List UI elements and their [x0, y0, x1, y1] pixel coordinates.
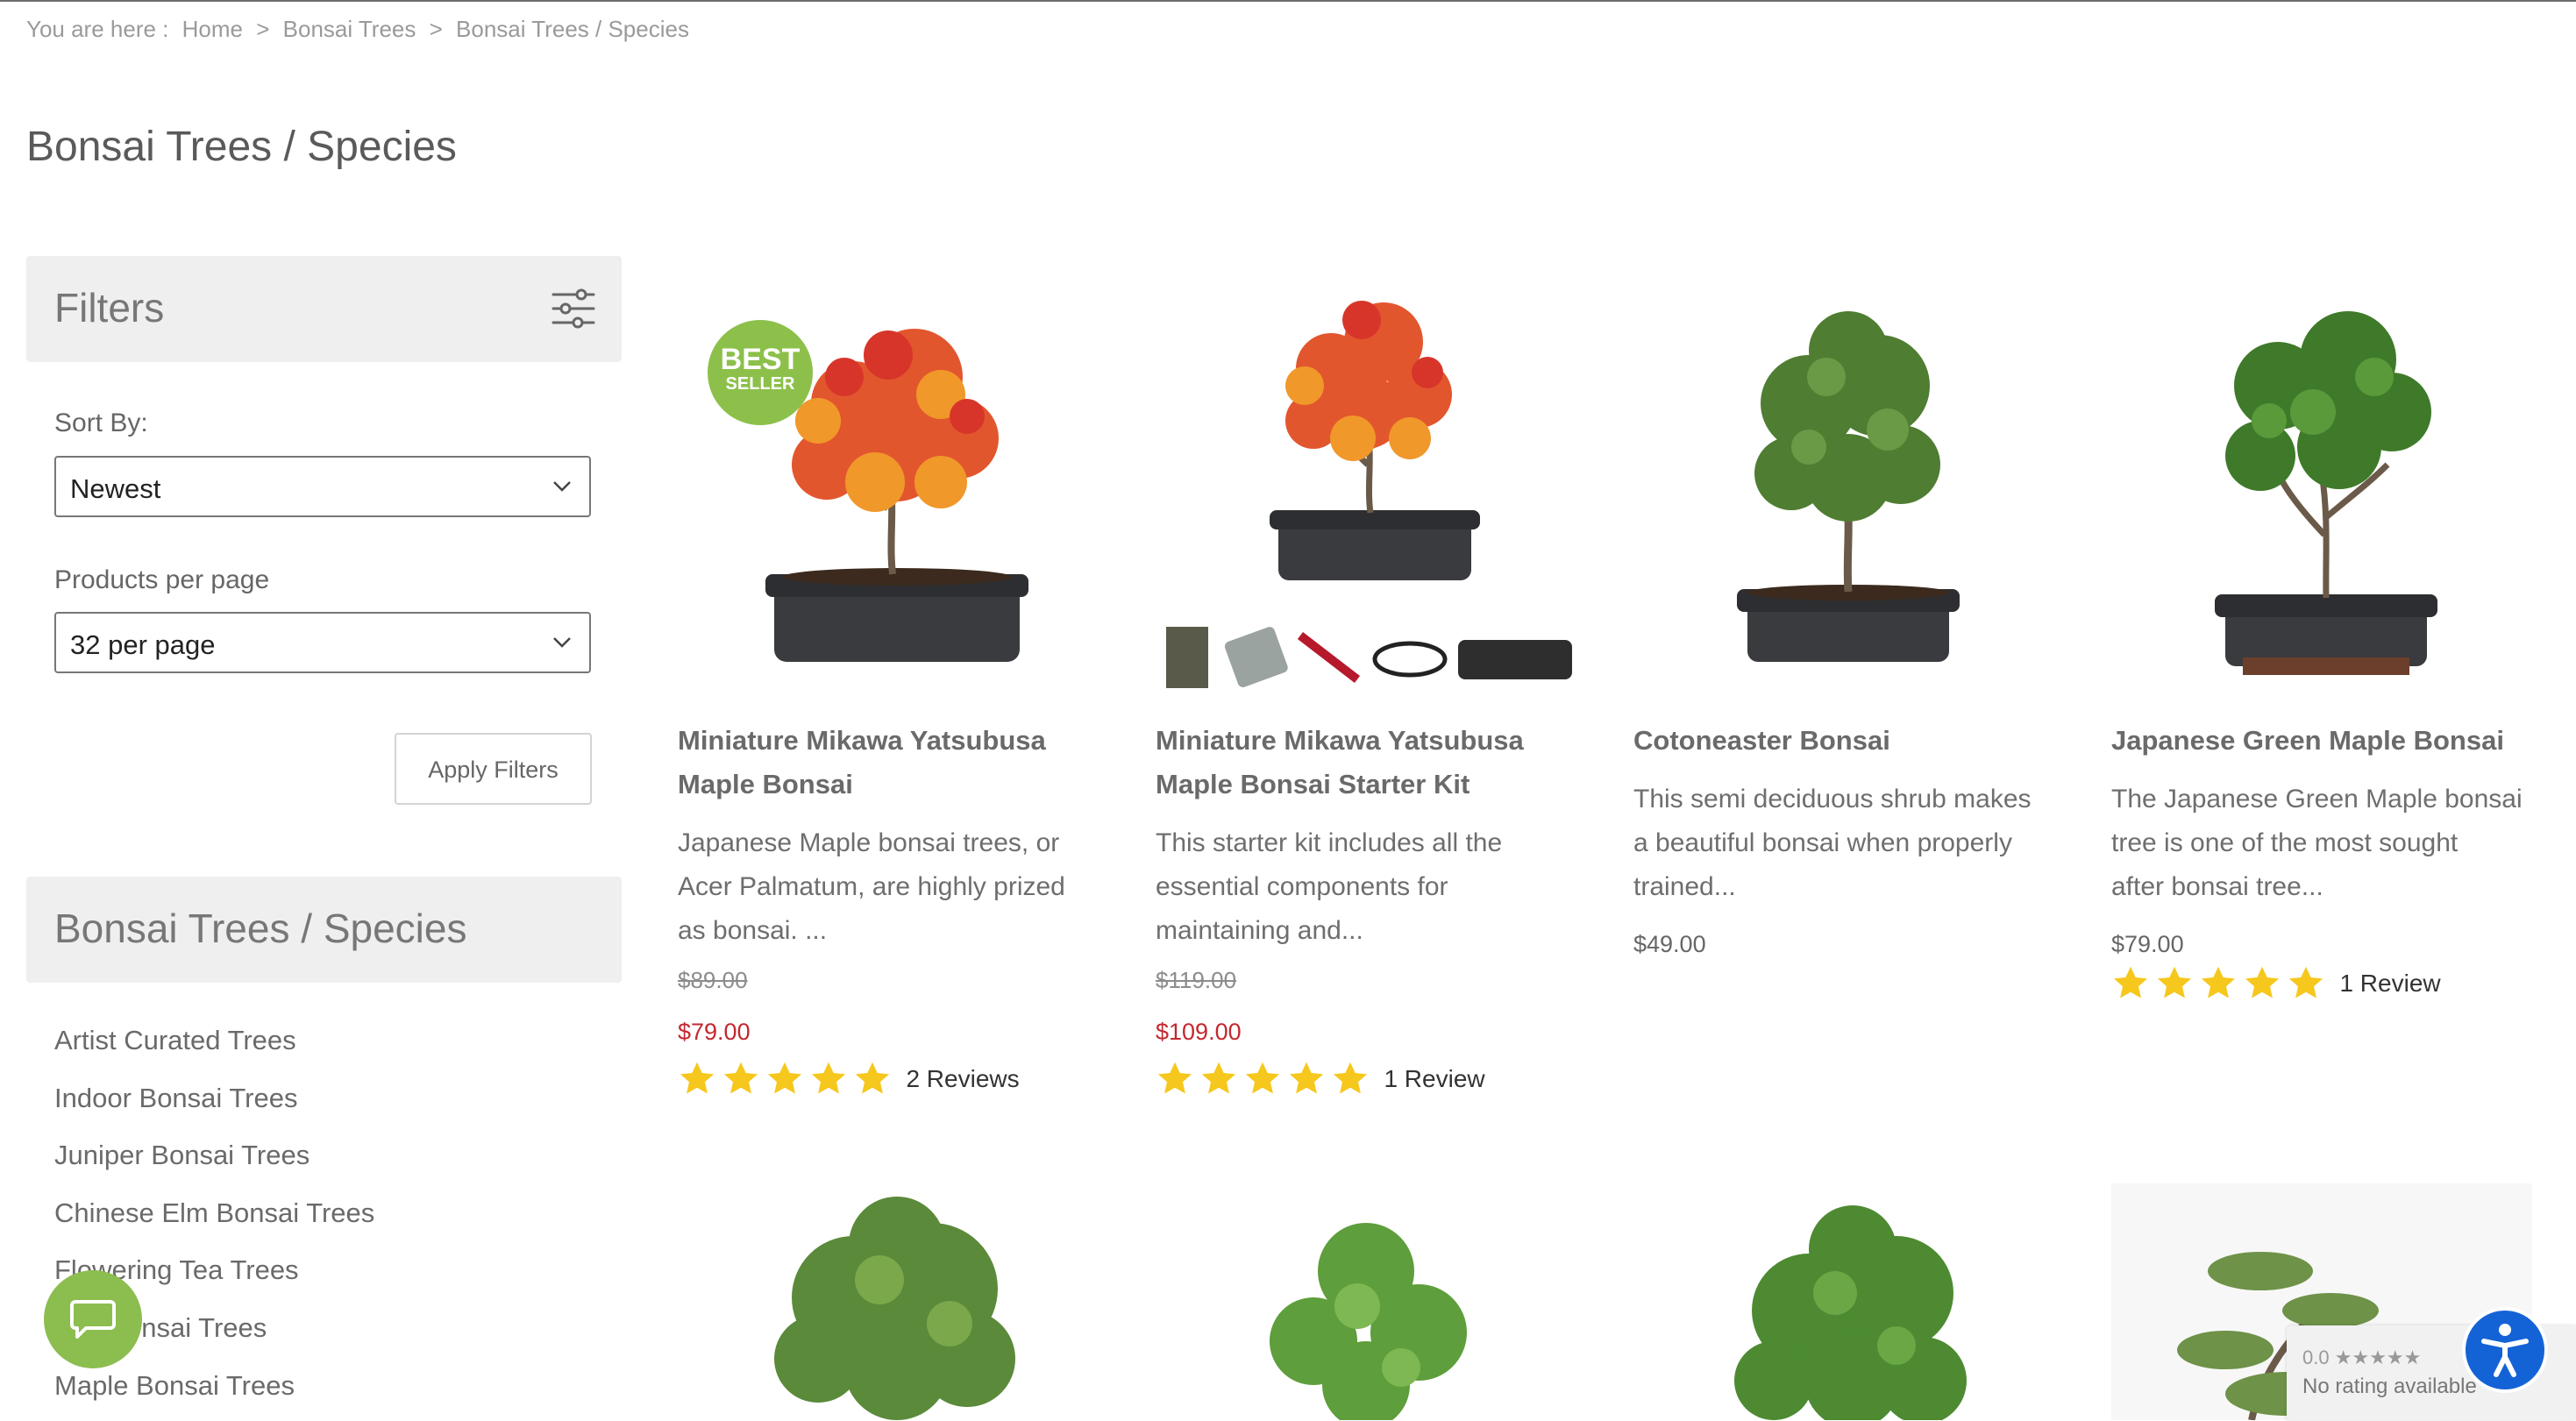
breadcrumb-home[interactable]: Home: [182, 16, 243, 42]
product-name[interactable]: Miniature Mikawa Yatsubusa Maple Bonsai: [678, 719, 1046, 806]
star-icon: [1289, 1062, 1324, 1094]
product-sale-price: $79.00: [678, 1019, 751, 1045]
star-icon: [811, 1062, 846, 1094]
product-rating[interactable]: 2 Reviews: [678, 1060, 1020, 1098]
sort-by-select[interactable]: Newest: [54, 456, 591, 517]
product-description: The Japanese Green Maple bonsai tree is o…: [2111, 785, 2523, 901]
product-price: $49.00: [1633, 931, 1706, 957]
per-page-label: Products per page: [54, 565, 270, 594]
category-panel-header: Bonsai Trees / Species: [26, 877, 622, 983]
per-page-value: 32 per page: [70, 629, 216, 660]
category-link-indoor[interactable]: Indoor Bonsai Trees: [54, 1076, 374, 1134]
category-link-maple[interactable]: Maple Bonsai Trees: [54, 1364, 374, 1421]
review-count[interactable]: 1 Review: [2339, 970, 2440, 998]
accessibility-button[interactable]: [2462, 1307, 2548, 1393]
chat-icon: [70, 1300, 116, 1339]
product-name[interactable]: Miniature Mikawa Yatsubusa Maple Bonsai S…: [1156, 719, 1524, 806]
breadcrumb-species[interactable]: Bonsai Trees / Species: [456, 16, 689, 42]
chevron-down-icon: [553, 637, 571, 648]
star-icon: [723, 1062, 758, 1094]
product-old-price: $89.00: [678, 967, 748, 993]
product-old-price: $119.00: [1156, 967, 1237, 993]
category-panel-title: Bonsai Trees / Species: [54, 906, 467, 951]
badge-line2: SELLER: [725, 374, 795, 394]
product-rating[interactable]: 1 Review: [1156, 1060, 1485, 1098]
product-image[interactable]: [1633, 272, 2063, 693]
star-icon: [767, 1062, 802, 1094]
breadcrumb-prefix: You are here :: [26, 16, 169, 42]
product-rating[interactable]: 1 Review: [2111, 964, 2441, 1003]
star-icon: [2201, 966, 2236, 998]
product-price: $79.00: [2111, 931, 2184, 957]
product-description: This starter kit includes all the essenti…: [1156, 828, 1503, 945]
per-page-select[interactable]: 32 per page: [54, 612, 591, 673]
star-icon: [2245, 966, 2280, 998]
star-icon: [1157, 1062, 1192, 1094]
category-link-juniper[interactable]: Juniper Bonsai Trees: [54, 1133, 374, 1191]
filters-header[interactable]: Filters: [26, 256, 622, 362]
page-title: Bonsai Trees / Species: [26, 124, 457, 170]
star-icon: [1201, 1062, 1236, 1094]
star-icon: [1333, 1062, 1368, 1094]
rating-text: No rating available: [2302, 1375, 2477, 1398]
chevron-down-icon: [553, 481, 571, 492]
star-icon: [855, 1062, 890, 1094]
review-count[interactable]: 1 Review: [1384, 1065, 1484, 1093]
product-description: This semi deciduous shrub makes a beautif…: [1633, 785, 2032, 901]
badge-line1: BEST: [720, 343, 801, 376]
breadcrumb-bonsai-trees[interactable]: Bonsai Trees: [283, 16, 416, 42]
star-icon: [1245, 1062, 1280, 1094]
sliders-icon[interactable]: [551, 288, 595, 330]
filters-title: Filters: [54, 285, 165, 330]
breadcrumb-separator: >: [429, 16, 443, 42]
product-image[interactable]: [1156, 272, 1585, 693]
rating-score: 0.0 ★★★★★: [2302, 1346, 2422, 1368]
product-image[interactable]: [2111, 272, 2541, 693]
accessibility-icon: [2481, 1324, 2529, 1377]
breadcrumb: You are here : Home > Bonsai Trees > Bon…: [26, 16, 696, 43]
star-icon: [2157, 966, 2192, 998]
review-count[interactable]: 2 Reviews: [906, 1065, 1019, 1093]
product-name[interactable]: Japanese Green Maple Bonsai: [2111, 719, 2504, 763]
product-image[interactable]: [678, 1192, 1107, 1420]
star-icon: [680, 1062, 715, 1094]
product-image[interactable]: [1156, 1201, 1585, 1420]
star-icon: [2113, 966, 2148, 998]
apply-filters-button[interactable]: Apply Filters: [395, 733, 592, 805]
product-description: Japanese Maple bonsai trees, or Acer Palm…: [678, 828, 1065, 945]
product-image[interactable]: [1633, 1197, 2063, 1420]
product-name[interactable]: Cotoneaster Bonsai: [1633, 719, 1890, 763]
star-icon: [2288, 966, 2323, 998]
category-link-artist-curated[interactable]: Artist Curated Trees: [54, 1019, 374, 1076]
product-sale-price: $109.00: [1156, 1019, 1242, 1045]
sort-by-label: Sort By:: [54, 409, 148, 437]
category-link-chinese-elm[interactable]: Chinese Elm Bonsai Trees: [54, 1191, 374, 1249]
best-seller-badge: BEST SELLER: [708, 320, 813, 425]
sort-by-value: Newest: [70, 473, 161, 504]
chat-button[interactable]: [44, 1270, 142, 1368]
top-border: [0, 0, 2576, 2]
breadcrumb-separator: >: [256, 16, 270, 42]
